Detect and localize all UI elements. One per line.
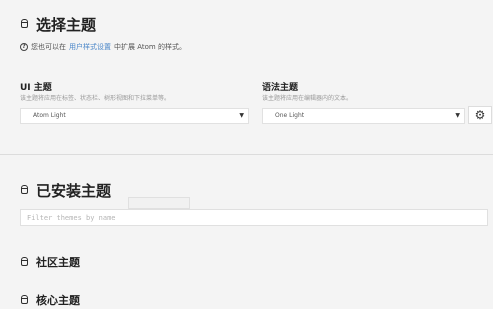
- ui-theme-description: 该主题将应用在标签、状态栏、树形视图和下拉菜单等。: [20, 95, 171, 102]
- package-icon: [21, 257, 28, 266]
- gear-icon: ⚙: [474, 108, 486, 122]
- installed-themes-title: 已安装主题: [36, 182, 112, 200]
- ghost-tooltip: [128, 197, 190, 209]
- syntax-theme-settings-button[interactable]: ⚙: [468, 106, 492, 124]
- syntax-theme-select[interactable]: One Light ▼: [262, 108, 465, 124]
- info-prefix: 您也可以在: [31, 43, 66, 51]
- question-icon: ?: [20, 43, 28, 51]
- syntax-theme-description: 该主题将应用在编辑器内的文本。: [262, 95, 353, 102]
- choose-theme-title: 选择主题: [36, 16, 97, 34]
- dropdown-arrow-icon: ▼: [239, 112, 244, 119]
- community-themes-title: 社区主题: [36, 256, 80, 269]
- user-stylesheet-link[interactable]: 用户样式设置: [69, 42, 111, 52]
- choose-theme-info: ? 您也可以在 用户样式设置 中扩展 Atom 的样式。: [20, 42, 186, 52]
- package-icon: [21, 295, 28, 304]
- filter-themes-input[interactable]: [20, 209, 488, 226]
- section-divider: [0, 154, 493, 155]
- ui-theme-selected: Atom Light: [33, 112, 66, 119]
- syntax-theme-selected: One Light: [275, 112, 305, 119]
- core-themes-title: 核心主题: [36, 294, 80, 307]
- ui-theme-label: UI 主题: [20, 83, 52, 93]
- package-icon: [21, 19, 28, 28]
- dropdown-arrow-icon: ▼: [455, 112, 460, 119]
- package-icon: [21, 185, 28, 194]
- ui-theme-select[interactable]: Atom Light ▼: [20, 108, 249, 124]
- info-suffix: 中扩展 Atom 的样式。: [114, 43, 186, 51]
- syntax-theme-label: 语法主题: [262, 83, 299, 93]
